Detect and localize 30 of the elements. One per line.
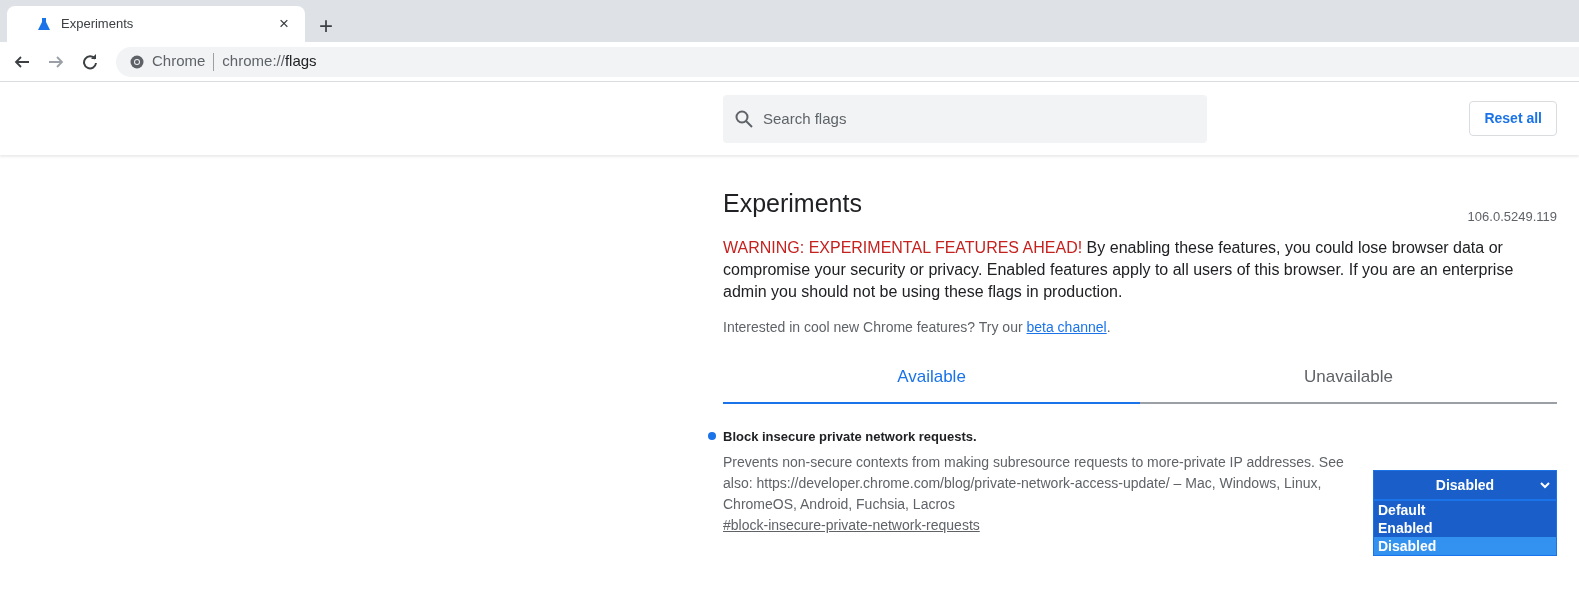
flag-title: Block insecure private network requests. (723, 427, 977, 446)
flag-description: Prevents non-secure contexts from making subresource requests to more-private IP addresses. See also: https://developer.chrome.com/blog/private-network-access-update/ – Mac, Windows, Linux, ChromeOS, Android, Fuchsia, Lacros (723, 453, 1345, 514)
flag-anchor-link[interactable]: #block-insecure-private-network-requests (723, 515, 1368, 536)
dropdown-option[interactable]: Disabled (1374, 537, 1556, 555)
page-title: Experiments (723, 188, 862, 219)
warning-text: WARNING: EXPERIMENTAL FEATURES AHEAD! By enabling these features, you could lose browser data or compromise your security or privacy. Enabled features apply to all users of this browser. If you are an enterprise admin you should not be using these flags in production. (723, 237, 1515, 302)
beta-channel-link[interactable]: beta channel (1026, 318, 1107, 335)
flask-icon (37, 17, 51, 31)
section-tab[interactable]: Available (723, 351, 1140, 404)
chevron-down-icon (1540, 481, 1550, 489)
url-text: chrome://flags (222, 51, 317, 72)
back-icon[interactable] (14, 53, 30, 70)
reset-all-button[interactable]: Reset all (1469, 101, 1557, 136)
search-field[interactable]: Search flags (723, 94, 1207, 143)
tab-title: Experiments (61, 15, 135, 34)
new-tab-button[interactable]: + (319, 14, 333, 38)
search-icon (735, 109, 753, 128)
chrome-logo-icon (130, 54, 144, 69)
forward-icon[interactable] (48, 53, 64, 70)
close-icon[interactable]: × (279, 11, 289, 37)
promo-text: Interested in cool new Chrome features? Try our beta channel. (723, 317, 1112, 337)
dropdown-option[interactable]: Enabled (1374, 519, 1556, 537)
address-bar[interactable]: Chrome chrome://flags (116, 46, 1579, 77)
reload-icon[interactable] (82, 53, 98, 70)
section-tab[interactable]: Unavailable (1140, 351, 1557, 404)
version-text: 106.0.5249.119 (1467, 208, 1557, 226)
site-label: Chrome (152, 51, 206, 72)
browser-tab[interactable]: Experiments × (7, 6, 305, 42)
dropdown-option[interactable]: Default (1374, 501, 1556, 519)
flag-dropdown[interactable]: Disabled (1373, 470, 1557, 500)
